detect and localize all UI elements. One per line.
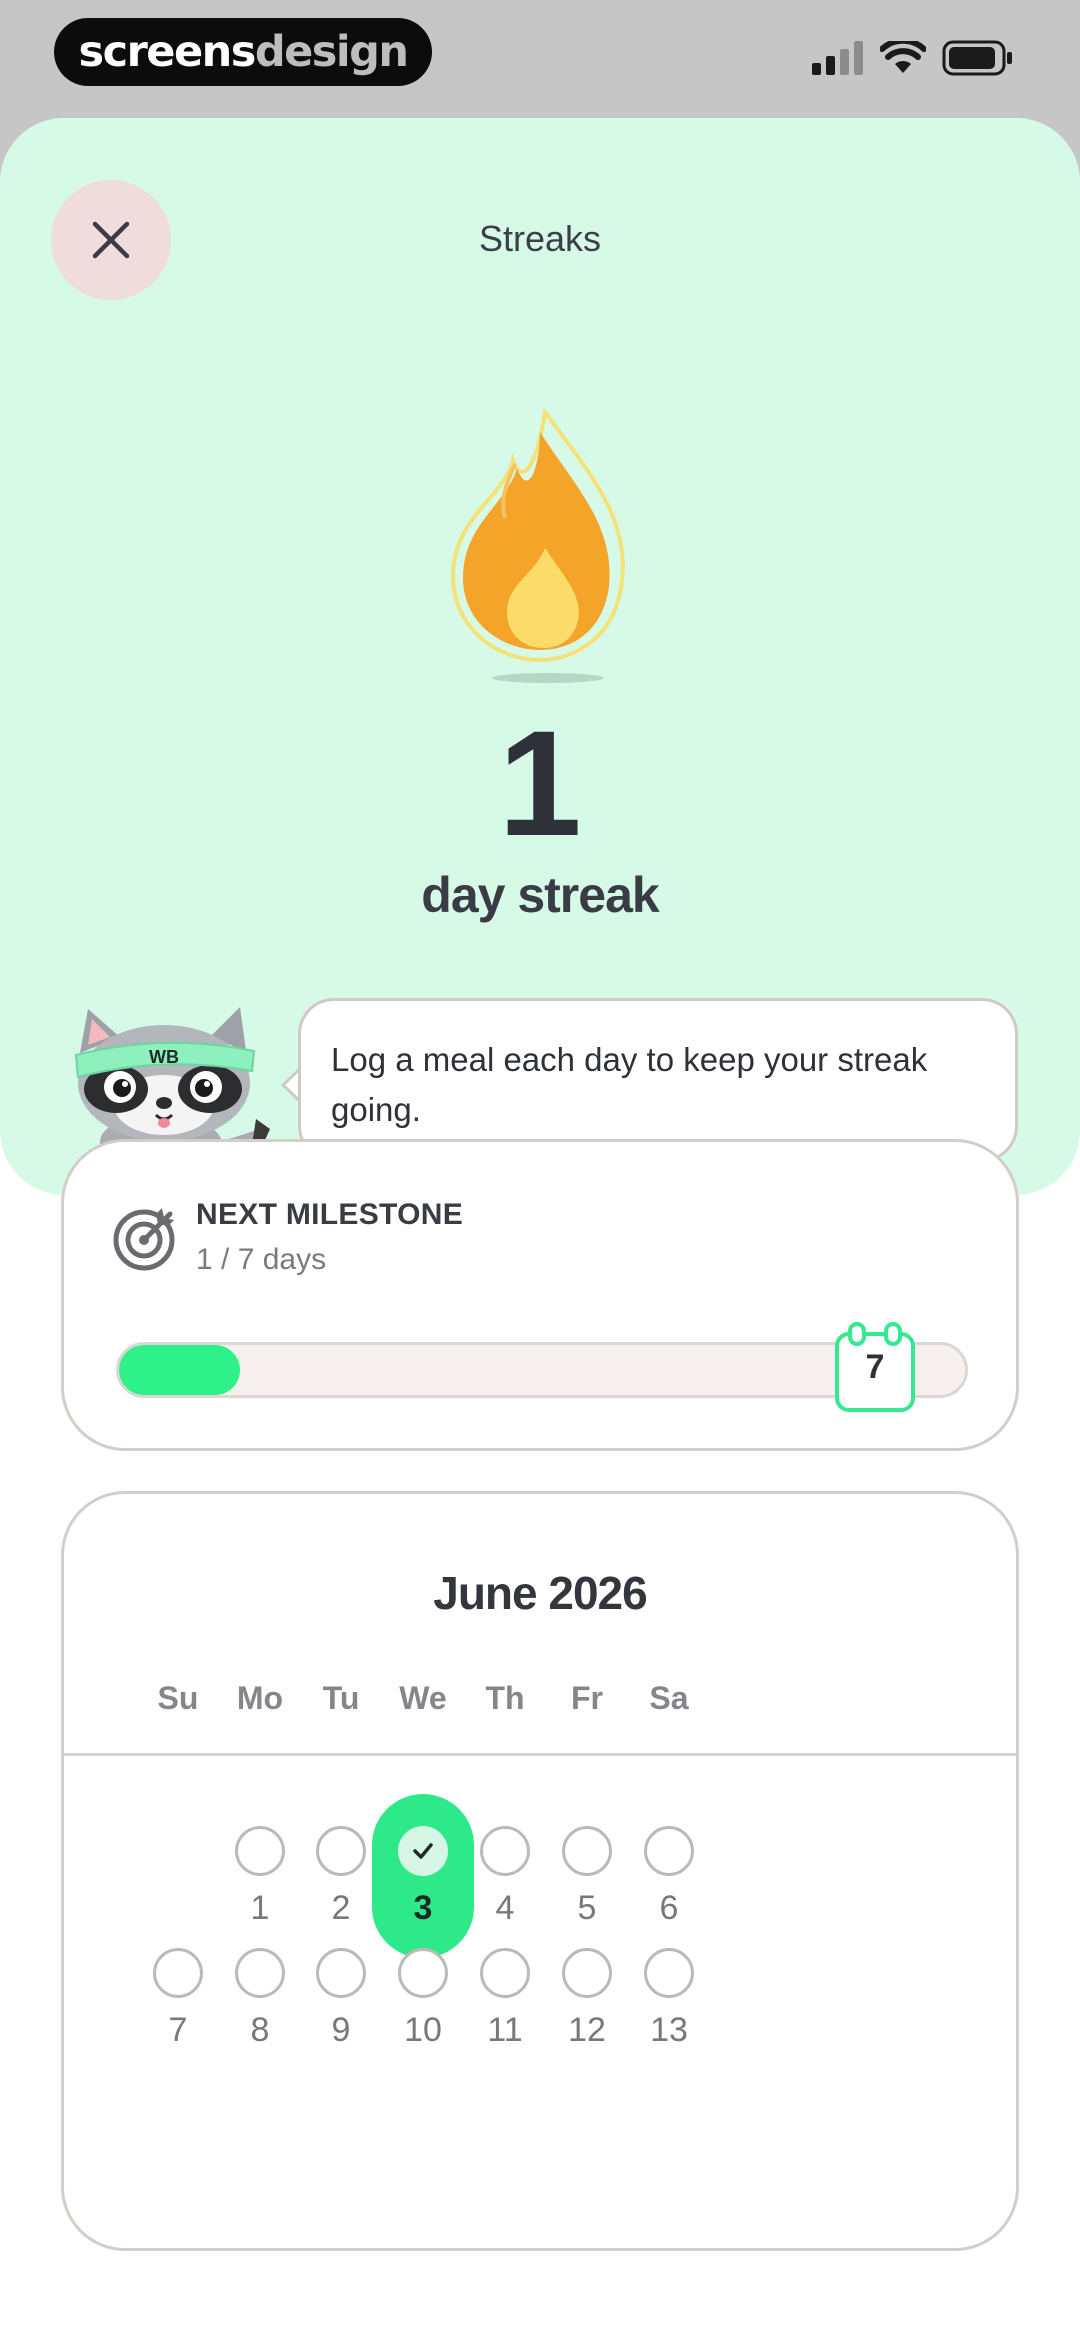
brand-text-secondary: design <box>254 27 409 77</box>
calendar-day-10-circle[interactable] <box>398 1948 448 1998</box>
battery-icon <box>942 40 1012 76</box>
flame-icon <box>450 406 625 683</box>
status-bar: screens design <box>0 0 1080 118</box>
calendar-day-5-circle[interactable] <box>562 1826 612 1876</box>
wifi-icon <box>880 41 926 73</box>
calendar-day-12-circle[interactable] <box>562 1948 612 1998</box>
milestone-progress-fill <box>119 1345 240 1395</box>
signal-icon <box>812 41 863 75</box>
calendar-day-9-circle[interactable] <box>316 1948 366 1998</box>
brand-logo: screens design <box>54 18 432 86</box>
brand-text-primary: screens <box>78 27 257 77</box>
milestone-card: NEXT MILESTONE 1 / 7 days 7 <box>61 1139 1019 1451</box>
calendar-card: June 2026 Su Mo Tu We Th Fr Sa 1 2 3 4 5 6 7 8 9 10 11 12… <box>61 1491 1019 2251</box>
check-icon <box>398 1826 448 1876</box>
calendar-day-3-completed[interactable] <box>372 1794 474 1958</box>
page-title: Streaks <box>478 218 602 259</box>
calendar-divider <box>64 1753 1016 1756</box>
streak-label: day streak <box>421 867 659 923</box>
streak-count: 1 <box>498 699 582 867</box>
mascot-headband-text: WB <box>149 1047 179 1067</box>
calendar-day-4-circle[interactable] <box>480 1826 530 1876</box>
calendar-day-6-circle[interactable] <box>644 1826 694 1876</box>
calendar-day-number: 6 <box>659 1889 679 1927</box>
tip-bubble: Log a meal each day to keep your streak … <box>298 998 1018 1162</box>
milestone-progress-text: 1 / 7 days <box>196 1243 327 1276</box>
calendar-day-8-circle[interactable] <box>235 1948 285 1998</box>
weekday-sa: Sa <box>649 1680 689 1716</box>
status-icons <box>812 38 1014 78</box>
calendar-day-13-circle[interactable] <box>644 1948 694 1998</box>
calendar-day-2-circle[interactable] <box>316 1826 366 1876</box>
calendar-month-title: June 2026 <box>433 1567 647 1619</box>
streak-sheet: Streaks 1 day streak WB Log a meal each … <box>0 118 1080 2335</box>
target-icon <box>113 1208 175 1271</box>
calendar-day-1-circle[interactable] <box>235 1826 285 1876</box>
calendar-day-number: 13 <box>650 2011 688 2049</box>
calendar-day-11-circle[interactable] <box>480 1948 530 1998</box>
milestone-title: NEXT MILESTONE <box>196 1198 464 1231</box>
milestone-goal: 7 <box>865 1348 885 1386</box>
streaks-screen: screens design Streaks 1 day streak WB L… <box>0 0 1080 2335</box>
calendar-day-7-circle[interactable] <box>153 1948 203 1998</box>
streak-hero: Streaks 1 day streak WB Log a meal each … <box>0 118 1080 1195</box>
tip-text: Log a meal each day to keep your streak … <box>331 1041 928 1128</box>
